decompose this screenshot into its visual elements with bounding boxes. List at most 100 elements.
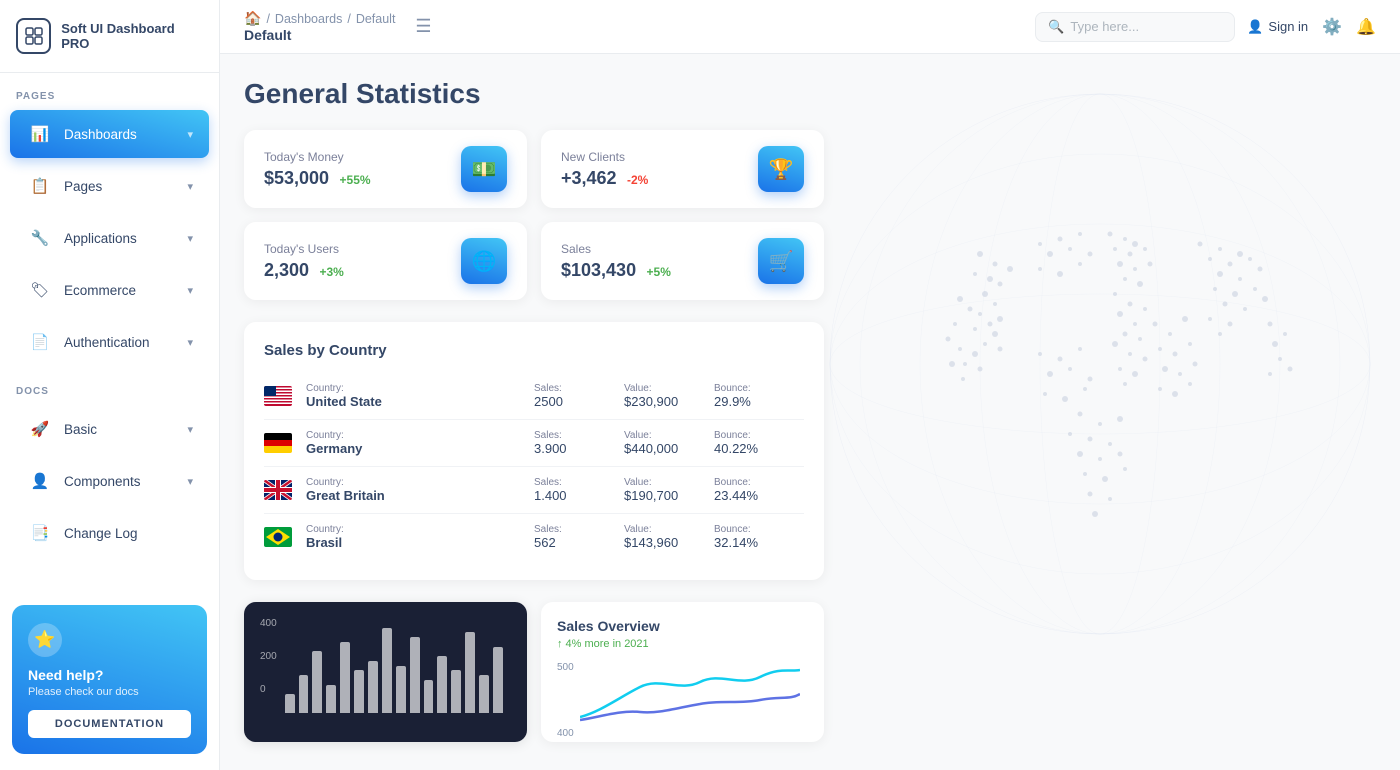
topbar: 🏠 / Dashboards / Default Default ☰ 🔍 👤 S…	[220, 0, 1400, 54]
sales-country-title: Sales by Country	[264, 342, 804, 359]
chart-y-400: 400	[260, 618, 277, 629]
country-label-2: Country:	[306, 477, 534, 488]
bounce-val-1: 40.22%	[714, 441, 804, 456]
users-icon: 🌐	[461, 238, 507, 284]
bar	[312, 651, 322, 713]
sales-col-label-3: Sales:	[534, 524, 624, 535]
components-chevron: ▾	[187, 475, 193, 488]
changelog-icon: 📑	[26, 519, 54, 547]
money-icon: 💵	[461, 146, 507, 192]
sales-overview-card: Sales Overview ↑ 4% more in 2021 500	[541, 602, 824, 742]
bottom-charts-row: 400 200 0	[244, 602, 824, 742]
value-col-label-2: Value:	[624, 477, 714, 488]
sidebar-item-pages[interactable]: 📋 Pages ▾	[10, 162, 209, 210]
sidebar-item-components[interactable]: 👤 Components ▾	[10, 457, 209, 505]
table-row: Country: Germany Sales: 3.900 Value: $44…	[264, 420, 804, 467]
bar	[479, 675, 489, 713]
table-row: Country: Brasil Sales: 562 Value: $143,9…	[264, 514, 804, 560]
flag-br	[264, 527, 292, 547]
sales-val-2: 1.400	[534, 488, 624, 503]
search-icon: 🔍	[1048, 19, 1064, 35]
breadcrumb-sep-1: /	[266, 12, 269, 26]
sidebar-item-pages-label: Pages	[64, 179, 102, 194]
bar-chart-bars	[277, 618, 511, 713]
hamburger-icon[interactable]: ☰	[407, 12, 439, 41]
sidebar-logo: Soft UI Dashboard PRO	[0, 0, 219, 73]
bar	[368, 661, 378, 713]
search-bar[interactable]: 🔍	[1035, 12, 1235, 42]
stat-card-users: Today's Users 2,300 +3% 🌐	[244, 222, 527, 300]
settings-icon[interactable]: ⚙️	[1322, 17, 1342, 37]
authentication-chevron: ▾	[187, 336, 193, 349]
content-inner: General Statistics Today's Money $53,000…	[244, 78, 1376, 742]
sidebar-item-components-label: Components	[64, 474, 141, 489]
chart-y-200: 200	[260, 651, 277, 662]
basic-chevron: ▾	[187, 423, 193, 436]
bar	[437, 656, 447, 713]
sidebar-item-applications[interactable]: 🔧 Applications ▾	[10, 214, 209, 262]
sidebar-item-basic[interactable]: 🚀 Basic ▾	[10, 405, 209, 453]
money-change: +55%	[340, 173, 371, 187]
components-icon: 👤	[26, 467, 54, 495]
logo-icon	[16, 18, 51, 54]
docs-section-label: DOCS	[0, 368, 219, 403]
sales-val-1: 3.900	[534, 441, 624, 456]
breadcrumb-path: 🏠 / Dashboards / Default	[244, 10, 395, 27]
bell-icon[interactable]: 🔔	[1356, 17, 1376, 37]
bar	[340, 642, 350, 713]
sidebar-item-ecommerce-label: Ecommerce	[64, 283, 136, 298]
sales-by-country-card: Sales by Country	[244, 322, 824, 580]
value-val-0: $230,900	[624, 394, 714, 409]
stats-grid: Today's Money $53,000 +55% 💵 New Clients…	[244, 130, 824, 300]
sales-label: Sales	[561, 242, 671, 256]
home-icon[interactable]: 🏠	[244, 10, 261, 27]
flag-us	[264, 386, 292, 406]
clients-icon: 🏆	[758, 146, 804, 192]
flag-de	[264, 433, 292, 453]
sidebar-item-changelog[interactable]: 📑 Change Log	[10, 509, 209, 557]
person-icon: 👤	[1247, 19, 1263, 35]
search-input[interactable]	[1070, 19, 1210, 34]
sales-overview-subtitle: ↑ 4% more in 2021	[557, 638, 808, 650]
content-area: General Statistics Today's Money $53,000…	[220, 54, 1400, 770]
bar	[354, 670, 364, 713]
help-card-title: Need help?	[28, 667, 191, 683]
clients-value: +3,462	[561, 168, 617, 188]
country-label-1: Country:	[306, 430, 534, 441]
breadcrumb-default-inline: Default	[356, 12, 396, 26]
bounce-col-label-3: Bounce:	[714, 524, 804, 535]
bounce-col-label-1: Bounce:	[714, 430, 804, 441]
sign-in-button[interactable]: 👤 Sign in	[1247, 19, 1308, 35]
sales-overview-title: Sales Overview	[557, 618, 808, 634]
applications-icon: 🔧	[26, 224, 54, 252]
stat-card-clients: New Clients +3,462 -2% 🏆	[541, 130, 824, 208]
sales-col-label-1: Sales:	[534, 430, 624, 441]
bounce-val-2: 23.44%	[714, 488, 804, 503]
breadcrumb-dashboards[interactable]: Dashboards	[275, 12, 342, 26]
pages-section-label: PAGES	[0, 73, 219, 108]
sidebar-item-ecommerce[interactable]: 🏷 Ecommerce ▾	[10, 266, 209, 314]
authentication-icon: 📄	[26, 328, 54, 356]
sidebar-item-authentication[interactable]: 📄 Authentication ▾	[10, 318, 209, 366]
stat-card-sales: Sales $103,430 +5% 🛒	[541, 222, 824, 300]
users-value: 2,300	[264, 260, 309, 280]
help-card-subtitle: Please check our docs	[28, 686, 191, 698]
bar-chart-card: 400 200 0	[244, 602, 527, 742]
bar	[493, 647, 503, 714]
sales-val-0: 2500	[534, 394, 624, 409]
sidebar-item-dashboards[interactable]: 📊 Dashboards ▾	[10, 110, 209, 158]
sidebar-item-dashboards-label: Dashboards	[64, 127, 137, 142]
bar	[396, 666, 406, 714]
documentation-button[interactable]: DOCUMENTATION	[28, 710, 191, 738]
dashboards-icon: 📊	[26, 120, 54, 148]
country-name-3: Brasil	[306, 535, 534, 550]
bar	[424, 680, 434, 713]
ecommerce-icon: 🏷	[26, 276, 54, 304]
sales-value: $103,430	[561, 260, 636, 280]
stat-card-money: Today's Money $53,000 +55% 💵	[244, 130, 527, 208]
country-label-0: Country:	[306, 383, 534, 394]
bar	[410, 637, 420, 713]
bar	[326, 685, 336, 714]
sidebar-item-applications-label: Applications	[64, 231, 137, 246]
topbar-actions: 👤 Sign in ⚙️ 🔔	[1247, 17, 1376, 37]
